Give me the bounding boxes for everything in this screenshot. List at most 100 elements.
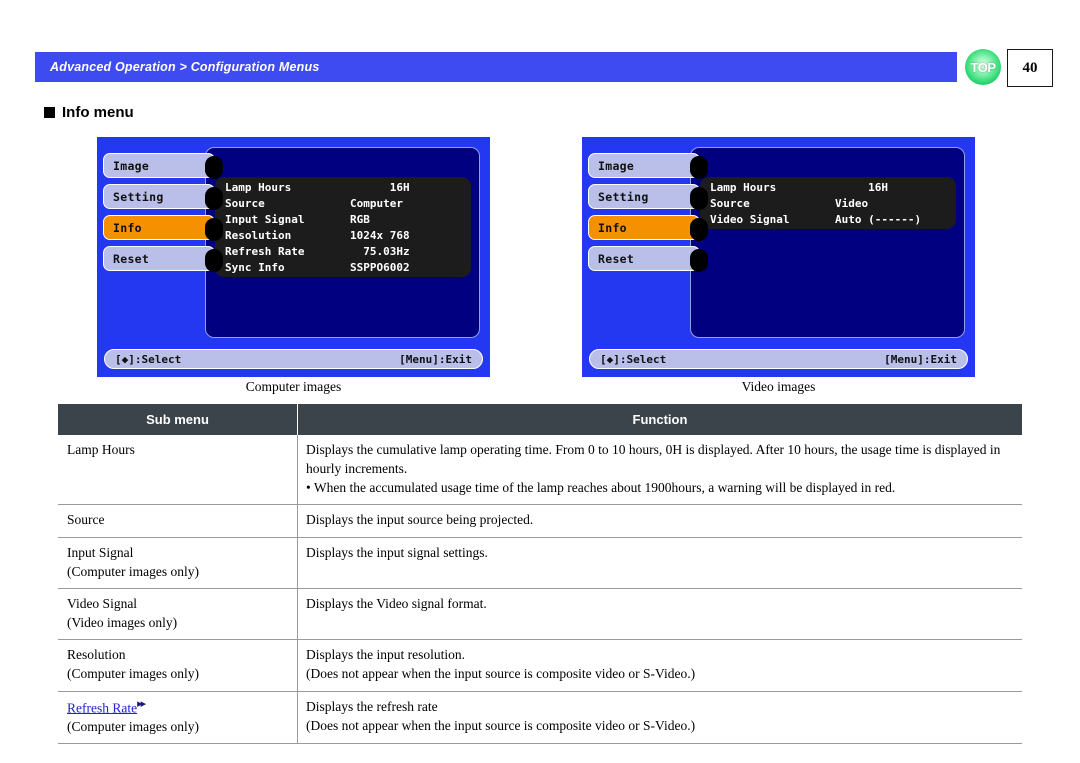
cell-sub-menu: Input Signal (Computer images only) <box>58 536 298 589</box>
osd-tab-label: Info <box>598 220 627 235</box>
osd-row-value: 16H <box>835 180 888 194</box>
osd-row: Lamp Hours 16H <box>215 179 471 195</box>
osd-tab-label: Reset <box>113 251 150 266</box>
osd-row: Lamp Hours 16H <box>700 179 956 195</box>
osd-tab-info[interactable]: Info <box>103 215 223 241</box>
cell-sub-menu: Source <box>58 504 298 538</box>
table-row: Resolution (Computer images only) Displa… <box>58 639 1022 692</box>
function-line: (Does not appear when the input source i… <box>306 717 696 733</box>
osd-tab-reset[interactable]: Reset <box>588 246 708 272</box>
tab-shadow <box>690 218 708 241</box>
osd-row: Source Computer <box>215 195 471 211</box>
table-row: Input Signal (Computer images only) Disp… <box>58 536 1022 589</box>
cell-function: Displays the Video signal format. <box>297 587 1022 641</box>
osd-select-hint: [◆]:Select <box>115 352 182 366</box>
osd-tab-image[interactable]: Image <box>588 153 708 179</box>
column-header-function: Function <box>297 404 1022 435</box>
sub-menu-label: Video Signal <box>67 595 138 611</box>
breadcrumb: Advanced Operation > Configuration Menus <box>50 60 320 74</box>
function-line: Displays the input signal settings. <box>306 544 488 560</box>
table-row: Video Signal (Video images only) Display… <box>58 587 1022 641</box>
osd-tab-label: Image <box>113 158 150 173</box>
cell-sub-menu: Refresh Rate▸▸ (Computer images only) <box>58 690 298 745</box>
function-line: • When the accumulated usage time of the… <box>306 480 896 496</box>
osd-tab-label: Image <box>598 158 635 173</box>
osd-tab-label: Setting <box>113 189 164 204</box>
osd-row: Resolution 1024x 768 <box>215 227 471 243</box>
tab-shadow <box>205 218 223 241</box>
page-number: 40 <box>1022 59 1038 76</box>
table-row: Lamp Hours Displays the cumulative lamp … <box>58 435 1022 506</box>
osd-row-value: Auto (------) <box>835 212 922 226</box>
osd-tab-label: Reset <box>598 251 635 266</box>
osd-row-value: RGB <box>350 212 370 226</box>
osd-tab-info[interactable]: Info <box>588 215 708 241</box>
osd-screen-computer: Image Setting Info Reset Lamp Hours 16H … <box>97 137 490 377</box>
osd-row-label: Source <box>225 196 265 210</box>
table-row: Refresh Rate▸▸ (Computer images only) Di… <box>58 690 1022 745</box>
osd-exit-hint: [Menu]:Exit <box>399 352 472 366</box>
sub-menu-label: Source <box>67 512 105 528</box>
osd-caption-video: Video images <box>741 379 816 394</box>
osd-row-value: 1024x 768 <box>350 228 410 242</box>
osd-row-value: 16H <box>350 180 410 194</box>
osd-row-label: Refresh Rate <box>225 244 305 258</box>
function-line: Displays the Video signal format. <box>306 595 487 611</box>
sub-menu-label: Lamp Hours <box>67 442 135 457</box>
osd-footer-bar: [◆]:Select [Menu]:Exit <box>589 349 968 369</box>
tab-shadow <box>205 156 223 179</box>
header-bar: Advanced Operation > Configuration Menus <box>35 52 957 82</box>
cell-sub-menu: Video Signal (Video images only) <box>58 587 298 641</box>
osd-select-hint: [◆]:Select <box>600 352 667 366</box>
sub-menu-label: Input Signal <box>67 544 134 560</box>
osd-tab-reset[interactable]: Reset <box>103 246 223 272</box>
cell-function: Displays the input source being projecte… <box>297 504 1022 538</box>
osd-info-rows: Lamp Hours 16H Source Video Video Signal… <box>700 177 956 229</box>
osd-row-label: Input Signal <box>225 212 305 226</box>
sub-menu-note: (Computer images only) <box>67 666 199 682</box>
cell-function: Displays the input signal settings. <box>297 536 1022 589</box>
osd-row-label: Source <box>710 196 750 210</box>
osd-tab-setting[interactable]: Setting <box>103 184 223 210</box>
osd-row-value: Computer <box>350 196 403 210</box>
osd-row: Video Signal Auto (------) <box>700 211 956 227</box>
osd-row-value: Video <box>835 196 869 210</box>
osd-row-value: 75.03Hz <box>350 244 410 258</box>
osd-row: Source Video <box>700 195 956 211</box>
osd-screen-video: Image Setting Info Reset Lamp Hours 16H … <box>582 137 975 377</box>
tab-shadow <box>690 156 708 179</box>
tab-shadow <box>690 249 708 272</box>
top-badge-label: TOP <box>970 59 997 75</box>
osd-row-label: Lamp Hours <box>225 180 292 194</box>
refresh-rate-glossary-link[interactable]: Refresh Rate <box>67 700 137 715</box>
function-line: (Does not appear when the input source i… <box>306 666 696 682</box>
osd-exit-hint: [Menu]:Exit <box>884 352 957 366</box>
osd-footer-bar: [◆]:Select [Menu]:Exit <box>104 349 483 369</box>
table-row: Source Displays the input source being p… <box>58 504 1022 538</box>
page-number-box: 40 <box>1007 49 1053 87</box>
osd-row-label: Resolution <box>225 228 292 242</box>
osd-tab-setting[interactable]: Setting <box>588 184 708 210</box>
function-line: Displays the input resolution. <box>306 647 465 663</box>
spec-table: Sub menu Function Lamp Hours Displays th… <box>58 404 1022 745</box>
sub-menu-note: (Computer images only) <box>67 719 199 735</box>
osd-row-label: Sync Info <box>225 260 285 274</box>
square-bullet-icon <box>44 107 55 118</box>
osd-tab-image[interactable]: Image <box>103 153 223 179</box>
function-line: Displays the cumulative lamp operating t… <box>306 442 1001 477</box>
top-badge[interactable]: TOP <box>965 49 1001 85</box>
cell-sub-menu: Resolution (Computer images only) <box>58 639 298 692</box>
sub-menu-label: Resolution <box>67 647 126 663</box>
osd-tab-label: Info <box>113 220 142 235</box>
osd-row-label: Lamp Hours <box>710 180 777 194</box>
osd-row-value: SSPPO6002 <box>350 260 410 274</box>
cell-function: Displays the refresh rate (Does not appe… <box>297 690 1022 745</box>
osd-row: Input Signal RGB <box>215 211 471 227</box>
cell-function: Displays the input resolution. (Does not… <box>297 639 1022 692</box>
cell-function: Displays the cumulative lamp operating t… <box>297 435 1022 506</box>
osd-row: Sync Info SSPPO6002 <box>215 259 471 275</box>
page-title: Info menu <box>44 104 134 121</box>
osd-tab-label: Setting <box>598 189 649 204</box>
osd-row-label: Video Signal <box>710 212 790 226</box>
sub-menu-note: (Video images only) <box>67 615 178 631</box>
